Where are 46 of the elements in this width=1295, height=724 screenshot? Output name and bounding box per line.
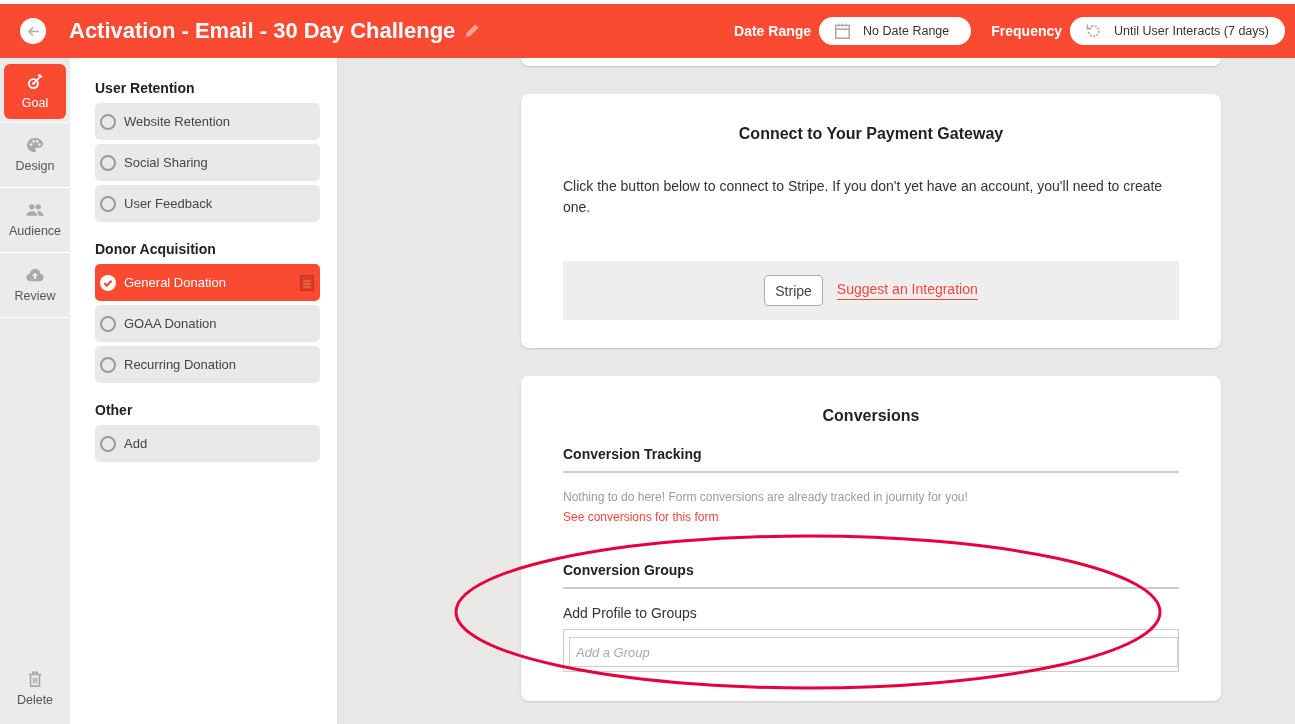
goal-option[interactable]: Social Sharing <box>95 144 320 181</box>
date-range-picker[interactable]: No Date Range <box>819 17 972 45</box>
radio-circle-icon <box>100 315 116 332</box>
radio-circle-icon <box>100 195 116 212</box>
delete-button[interactable]: Delete <box>0 660 70 718</box>
cloud-upload-icon <box>26 267 44 283</box>
palette-icon <box>26 137 44 153</box>
integration-button[interactable]: Stripe <box>764 275 823 306</box>
radio-circle-icon <box>100 154 116 171</box>
page-title: Activation - Email - 30 Day Challenge <box>69 18 456 44</box>
refresh-icon <box>1086 23 1102 39</box>
trash-icon <box>26 671 44 687</box>
check-circle-icon <box>100 274 116 291</box>
section-heading: Conversion Tracking <box>563 445 1179 473</box>
conversions-link[interactable]: See conversions for this form <box>563 509 719 525</box>
people-icon <box>26 202 44 218</box>
pencil-icon[interactable] <box>465 24 480 38</box>
arrow-left-icon <box>26 25 40 37</box>
date-range-label: Date Range <box>734 23 812 39</box>
back-button[interactable] <box>20 18 46 44</box>
card-title: Conversions <box>821 406 921 426</box>
nav-item[interactable]: Audience <box>0 188 70 252</box>
nav-item[interactable]: Review <box>0 253 70 317</box>
group-heading: Donor Acquisition <box>95 240 217 258</box>
card-title: Connect to Your Payment Gateway <box>737 124 1005 144</box>
frequency-picker[interactable]: Until User Interacts (7 days) <box>1070 17 1285 45</box>
radio-circle-icon <box>100 435 116 452</box>
field-label: Add Profile to Groups <box>563 604 698 622</box>
group-input-field[interactable]: Add a Group <box>569 637 1178 667</box>
radio-circle-icon <box>100 113 116 130</box>
card-description: Click the button below to connect to Stripe. If you don't yet have an account, you'll need to create one. <box>563 177 1164 217</box>
nav-item[interactable]: Design <box>0 123 70 187</box>
goal-option[interactable]: Add <box>95 425 320 462</box>
tracking-note: Nothing to do here! Form conversions are already tracked in journity for you! <box>563 489 969 505</box>
section-heading: Conversion Groups <box>563 561 1179 589</box>
goal-option[interactable]: Recurring Donation <box>95 346 320 383</box>
group-heading: Other <box>95 401 134 419</box>
frequency-label: Frequency <box>991 23 1063 39</box>
radio-circle-icon <box>100 356 116 373</box>
goal-option[interactable]: Website Retention <box>95 103 320 140</box>
group-heading: User Retention <box>95 79 196 97</box>
target-icon <box>26 73 44 90</box>
calendar-icon <box>835 23 851 39</box>
goal-option[interactable]: User Feedback <box>95 185 320 222</box>
document-icon[interactable] <box>300 274 314 291</box>
goal-option[interactable]: GOAA Donation <box>95 305 320 342</box>
